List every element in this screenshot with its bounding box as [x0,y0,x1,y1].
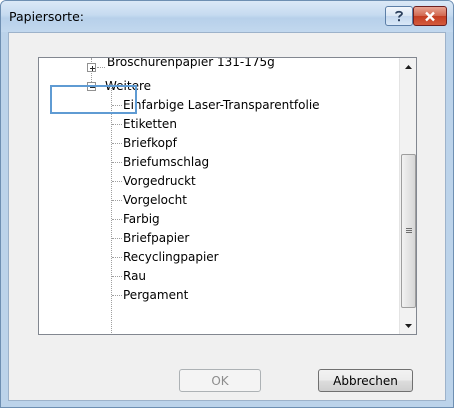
scroll-thumb[interactable] [401,154,416,308]
paper-type-tree[interactable]: Broschürenpapier 131-175g Weitere Einfar… [38,57,417,335]
dialog-title: Papiersorte: [9,9,84,24]
tree-item[interactable]: Broschürenpapier 131-175g [39,58,399,77]
dialog-body: Broschürenpapier 131-175g Weitere Einfar… [8,32,446,401]
title-bar[interactable]: Papiersorte: [1,1,453,32]
question-mark-icon [395,10,403,22]
arrow-up-icon [405,64,412,69]
tree-item-label: Broschürenpapier 131-175g [107,57,275,69]
help-button[interactable] [385,6,413,26]
grip-line [406,230,412,231]
cancel-button[interactable]: Abbrechen [318,369,413,392]
scroll-up-button[interactable] [400,58,416,75]
tree-item[interactable]: Recyclingpapier [39,248,399,267]
tree-item[interactable]: Vorgelocht [39,191,399,210]
tree-item[interactable]: Briefpapier [39,229,399,248]
scroll-down-button[interactable] [400,317,416,334]
close-button[interactable] [413,6,447,26]
ok-button[interactable]: OK [179,369,261,392]
tree-item-label: Farbig [123,212,160,226]
cancel-button-label: Abbrechen [333,373,398,388]
tree-item[interactable]: Briefkopf [39,134,399,153]
tree-item-label: Etiketten [123,117,177,131]
tree-item[interactable]: Briefumschlag [39,153,399,172]
expand-icon[interactable] [87,63,96,72]
tree-item-label: Recyclingpapier [123,250,219,264]
vertical-scrollbar[interactable] [399,58,416,334]
grip-line [406,232,412,233]
tree-item[interactable]: Pergament [39,286,399,305]
grip-line [406,228,412,229]
tree-item-label: Briefkopf [123,136,177,150]
tree-item-selected[interactable]: Weitere [39,77,399,96]
tree-connector [97,67,105,68]
tree-item-label: Vorgelocht [123,193,187,207]
collapse-icon[interactable] [87,82,96,91]
tree-item[interactable]: Rau [39,267,399,286]
tree-item[interactable]: Farbig [39,210,399,229]
tree-item[interactable]: Etiketten [39,115,399,134]
tree-item-label: Vorgedruckt [123,174,196,188]
tree-item-label: Rau [123,269,147,283]
tree-item-label: Briefumschlag [123,155,210,169]
dialog-window: Papiersorte: Broschürenpapier 131-175g W… [0,0,454,408]
tree-item-label: Briefpapier [123,231,190,245]
arrow-down-icon [405,323,412,328]
tree-item-label: Pergament [123,288,189,302]
tree-item-label: Einfarbige Laser-Transparentfolie [123,98,320,112]
tree-item-label: Weitere [105,79,152,93]
tree-item[interactable]: Einfarbige Laser-Transparentfolie [39,96,399,115]
close-icon [425,11,435,21]
tree-item[interactable]: Vorgedruckt [39,172,399,191]
ok-button-label: OK [211,373,229,388]
